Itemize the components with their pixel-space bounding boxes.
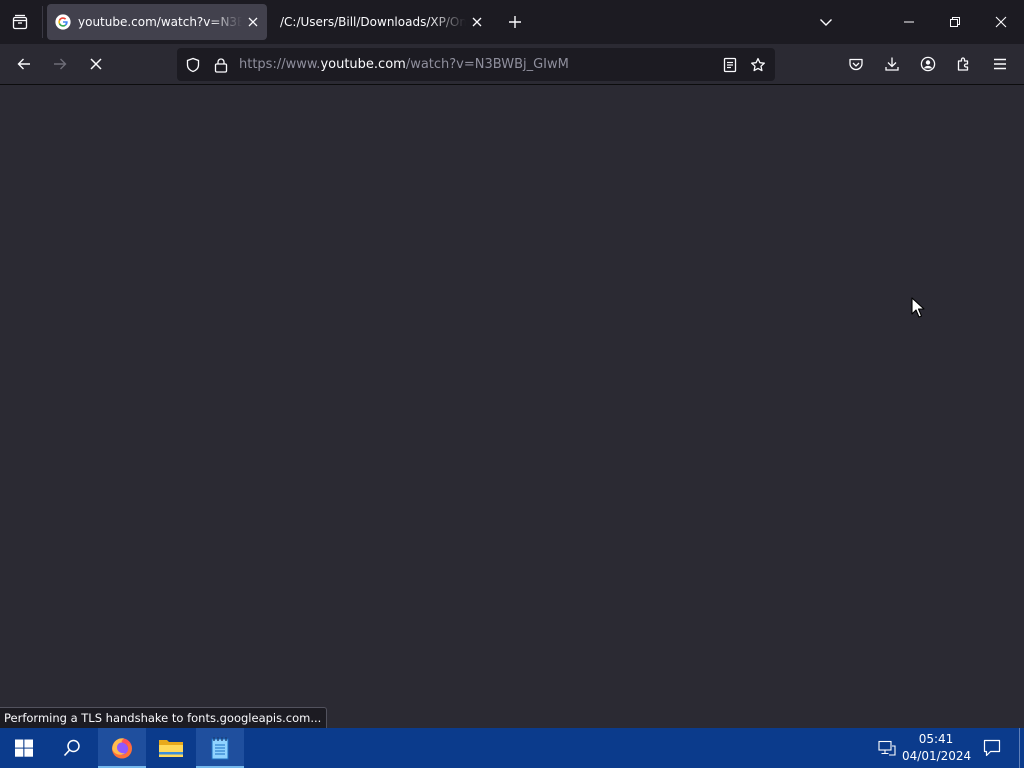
close-icon: [472, 17, 482, 27]
download-icon: [885, 57, 899, 71]
close-window-button[interactable]: [978, 0, 1024, 44]
restore-icon: [950, 17, 960, 27]
search-icon: [63, 739, 80, 757]
notification-icon: [983, 739, 1001, 757]
taskbar: 05:41 04/01/2024: [0, 728, 1024, 768]
restore-button[interactable]: [932, 0, 978, 44]
pocket-button[interactable]: [841, 49, 871, 79]
list-all-tabs-button[interactable]: [812, 9, 840, 35]
tab-close-button[interactable]: [468, 13, 486, 31]
network-icon: [878, 740, 896, 756]
tab-close-button[interactable]: [244, 13, 262, 31]
file-explorer-icon: [159, 740, 183, 757]
shield-icon: [186, 57, 200, 73]
close-icon: [248, 17, 258, 27]
url-host: youtube.com: [320, 57, 406, 72]
page-content[interactable]: [0, 85, 1024, 728]
reader-view-icon: [723, 57, 737, 73]
back-button[interactable]: [9, 49, 39, 79]
tab-title: youtube.com/watch?v=N3BWBj_GIwM: [78, 15, 242, 29]
show-desktop-button[interactable]: [1019, 728, 1024, 768]
url-path: /watch?v=N3BWBj_GIwM: [405, 57, 569, 72]
start-button[interactable]: [0, 728, 48, 768]
url-text[interactable]: https://www.youtube.com/watch?v=N3BWBj_G…: [239, 57, 569, 72]
taskbar-firefox[interactable]: [98, 728, 146, 768]
reader-view-button[interactable]: [720, 55, 740, 75]
forward-button[interactable]: [45, 49, 75, 79]
action-center-button[interactable]: [976, 728, 1008, 768]
firefox-view-icon: [12, 14, 28, 30]
hamburger-menu-icon: [994, 58, 1006, 70]
tracking-protection-button[interactable]: [183, 55, 203, 75]
account-icon: [920, 56, 936, 72]
minimize-button[interactable]: [886, 0, 932, 44]
new-tab-button[interactable]: [502, 9, 528, 35]
pocket-icon: [849, 58, 863, 71]
search-button[interactable]: [48, 728, 96, 768]
notepad-icon: [211, 737, 229, 760]
url-prefix: https://www.: [239, 57, 321, 72]
puzzle-piece-icon: [957, 57, 969, 71]
navigation-toolbar: https://www.youtube.com/watch?v=N3BWBj_G…: [0, 44, 1024, 85]
mouse-cursor-icon: [911, 297, 925, 318]
tab-local-file[interactable]: /C:/Users/Bill/Downloads/XP/One-off: [271, 4, 491, 40]
bookmark-star-button[interactable]: [748, 55, 768, 75]
close-icon: [995, 16, 1007, 28]
star-icon: [751, 57, 765, 72]
taskbar-file-explorer[interactable]: [147, 728, 195, 768]
tab-strip: youtube.com/watch?v=N3BWBj_GIwM /C:/User…: [0, 0, 1024, 44]
chevron-down-icon: [820, 19, 832, 26]
network-tray-button[interactable]: [876, 738, 898, 758]
firefox-icon: [112, 738, 132, 759]
tab-youtube[interactable]: youtube.com/watch?v=N3BWBj_GIwM: [47, 4, 267, 40]
clock-date: 04/01/2024: [902, 749, 972, 763]
firefox-view-button[interactable]: [4, 6, 36, 38]
minimize-icon: [904, 21, 914, 23]
status-panel: Performing a TLS handshake to fonts.goog…: [0, 707, 328, 728]
url-bar[interactable]: https://www.youtube.com/watch?v=N3BWBj_G…: [177, 48, 775, 81]
tab-title: /C:/Users/Bill/Downloads/XP/One-off: [280, 15, 466, 29]
downloads-button[interactable]: [877, 49, 907, 79]
plus-icon: [509, 16, 521, 28]
stop-icon: [90, 58, 102, 70]
lock-icon: [214, 58, 228, 73]
arrow-right-icon: [54, 58, 67, 70]
tab-separator: [42, 6, 43, 38]
account-button[interactable]: [913, 49, 943, 79]
stop-button[interactable]: [81, 49, 111, 79]
site-info-button[interactable]: [211, 55, 231, 75]
arrow-left-icon: [17, 58, 30, 70]
taskbar-clock[interactable]: 05:41 04/01/2024: [902, 731, 972, 765]
google-g-icon: [55, 14, 71, 30]
clock-time: 05:41: [918, 732, 954, 746]
taskbar-notepad[interactable]: [196, 728, 244, 768]
windows-logo-icon: [15, 739, 33, 757]
app-menu-button[interactable]: [985, 49, 1015, 79]
extensions-button[interactable]: [949, 49, 979, 79]
